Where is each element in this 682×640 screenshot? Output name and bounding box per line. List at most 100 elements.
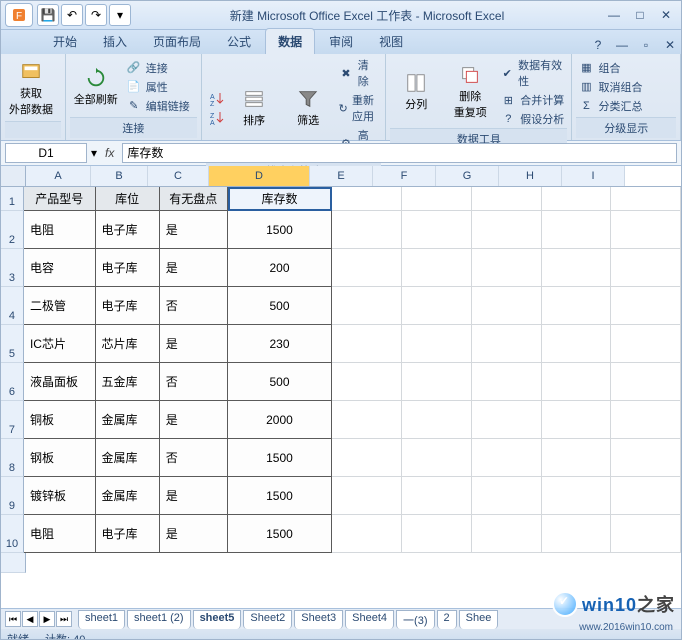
- cell-C8[interactable]: 否: [160, 439, 228, 477]
- doc-restore-button[interactable]: ▫: [635, 36, 657, 54]
- col-header-E[interactable]: E: [310, 166, 373, 186]
- formula-input[interactable]: 库存数: [122, 143, 677, 163]
- subtotal-button[interactable]: Σ分类汇总: [576, 97, 644, 115]
- col-header-B[interactable]: B: [91, 166, 148, 186]
- cell-I1[interactable]: [611, 187, 681, 211]
- clear-filter-button[interactable]: ✖清除: [336, 56, 381, 90]
- sort-desc-button[interactable]: ZA: [206, 109, 226, 127]
- cell-D7[interactable]: 2000: [228, 401, 333, 439]
- row-header-8[interactable]: 8: [1, 439, 24, 477]
- sheet-tab-Sheet4[interactable]: Sheet4: [345, 610, 394, 629]
- cell-G5[interactable]: [472, 325, 542, 363]
- cell-A6[interactable]: 液晶面板: [24, 363, 96, 401]
- filter-button[interactable]: 筛选: [282, 86, 334, 130]
- cell-C4[interactable]: 否: [160, 287, 228, 325]
- cell-E6[interactable]: [332, 363, 402, 401]
- cell-F6[interactable]: [402, 363, 472, 401]
- cell-G7[interactable]: [472, 401, 542, 439]
- cell-I9[interactable]: [611, 477, 681, 515]
- cell-D9[interactable]: 1500: [228, 477, 333, 515]
- tab-view[interactable]: 视图: [367, 29, 415, 54]
- cell-F3[interactable]: [402, 249, 472, 287]
- tab-review[interactable]: 审阅: [317, 29, 365, 54]
- cell-G6[interactable]: [472, 363, 542, 401]
- cell-B6[interactable]: 五金库: [96, 363, 160, 401]
- name-box-dropdown[interactable]: ▾: [91, 146, 97, 160]
- cell-F5[interactable]: [402, 325, 472, 363]
- cell-H6[interactable]: [542, 363, 612, 401]
- cell-D1[interactable]: 库存数: [228, 187, 333, 211]
- cell-G8[interactable]: [472, 439, 542, 477]
- cell-E5[interactable]: [332, 325, 402, 363]
- sheet-tab-2[interactable]: 2: [437, 610, 457, 629]
- tab-nav-last[interactable]: ⏭: [56, 611, 72, 627]
- sheet-tab-sheet5[interactable]: sheet5: [193, 610, 242, 629]
- ribbon-help-button[interactable]: ?: [587, 36, 609, 54]
- cell-F4[interactable]: [402, 287, 472, 325]
- close-button[interactable]: ✕: [655, 6, 677, 24]
- row-header-6[interactable]: 6: [1, 363, 24, 401]
- cell-A5[interactable]: IC芯片: [24, 325, 96, 363]
- cell-H10[interactable]: [542, 515, 612, 553]
- name-box[interactable]: D1: [5, 143, 87, 163]
- cell-A9[interactable]: 镀锌板: [24, 477, 96, 515]
- sheet-tab-Sheet3[interactable]: Sheet3: [294, 610, 343, 629]
- cell-F9[interactable]: [402, 477, 472, 515]
- properties-button[interactable]: 📄属性: [124, 78, 192, 96]
- doc-minimize-button[interactable]: —: [611, 36, 633, 54]
- sheet-tab-sheet1-(2)[interactable]: sheet1 (2): [127, 610, 191, 629]
- cell-D5[interactable]: 230: [228, 325, 333, 363]
- col-header-D[interactable]: D: [209, 166, 310, 186]
- col-header-F[interactable]: F: [373, 166, 436, 186]
- cell-H5[interactable]: [542, 325, 612, 363]
- cell-B1[interactable]: 库位: [96, 187, 160, 211]
- row-header-5[interactable]: 5: [1, 325, 24, 363]
- tab-insert[interactable]: 插入: [91, 29, 139, 54]
- consolidate-button[interactable]: ⊞合并计算: [498, 91, 567, 109]
- qat-more-button[interactable]: ▾: [109, 4, 131, 26]
- cell-G3[interactable]: [472, 249, 542, 287]
- row-header-10[interactable]: 10: [1, 515, 24, 553]
- row-header-11[interactable]: [1, 553, 26, 573]
- cell-G1[interactable]: [472, 187, 542, 211]
- qat-undo-button[interactable]: ↶: [61, 4, 83, 26]
- col-header-G[interactable]: G: [436, 166, 499, 186]
- cell-H7[interactable]: [542, 401, 612, 439]
- cell-F2[interactable]: [402, 211, 472, 249]
- get-external-data-button[interactable]: 获取 外部数据: [5, 59, 57, 119]
- cell-D4[interactable]: 500: [228, 287, 333, 325]
- cell-D6[interactable]: 500: [228, 363, 333, 401]
- cell-C1[interactable]: 有无盘点: [160, 187, 228, 211]
- cell-E9[interactable]: [332, 477, 402, 515]
- cell-I6[interactable]: [611, 363, 681, 401]
- cell-C10[interactable]: 是: [160, 515, 228, 553]
- row-header-9[interactable]: 9: [1, 477, 24, 515]
- row-header-4[interactable]: 4: [1, 287, 24, 325]
- col-header-C[interactable]: C: [148, 166, 209, 186]
- cell-A4[interactable]: 二极管: [24, 287, 96, 325]
- group-button[interactable]: ▦组合: [576, 59, 644, 77]
- sort-asc-button[interactable]: AZ: [206, 90, 226, 108]
- cell-H1[interactable]: [542, 187, 612, 211]
- cell-I7[interactable]: [611, 401, 681, 439]
- cell-H9[interactable]: [542, 477, 612, 515]
- edit-links-button[interactable]: ✎编辑链接: [124, 97, 192, 115]
- cell-D2[interactable]: 1500: [228, 211, 333, 249]
- cell-B5[interactable]: 芯片库: [96, 325, 160, 363]
- cell-C6[interactable]: 否: [160, 363, 228, 401]
- tab-home[interactable]: 开始: [41, 29, 89, 54]
- cell-C7[interactable]: 是: [160, 401, 228, 439]
- grid-rows[interactable]: 1产品型号库位有无盘点库存数2电阻电子库是15003电容电子库是2004二极管电…: [1, 187, 681, 608]
- cell-E3[interactable]: [332, 249, 402, 287]
- what-if-button[interactable]: ?假设分析: [498, 110, 567, 128]
- cell-E10[interactable]: [332, 515, 402, 553]
- cell-I8[interactable]: [611, 439, 681, 477]
- cell-A3[interactable]: 电容: [24, 249, 96, 287]
- cell-E8[interactable]: [332, 439, 402, 477]
- cell-B4[interactable]: 电子库: [96, 287, 160, 325]
- cell-D8[interactable]: 1500: [228, 439, 333, 477]
- cell-I3[interactable]: [611, 249, 681, 287]
- tab-formulas[interactable]: 公式: [215, 29, 263, 54]
- cell-A2[interactable]: 电阻: [24, 211, 96, 249]
- cell-I10[interactable]: [611, 515, 681, 553]
